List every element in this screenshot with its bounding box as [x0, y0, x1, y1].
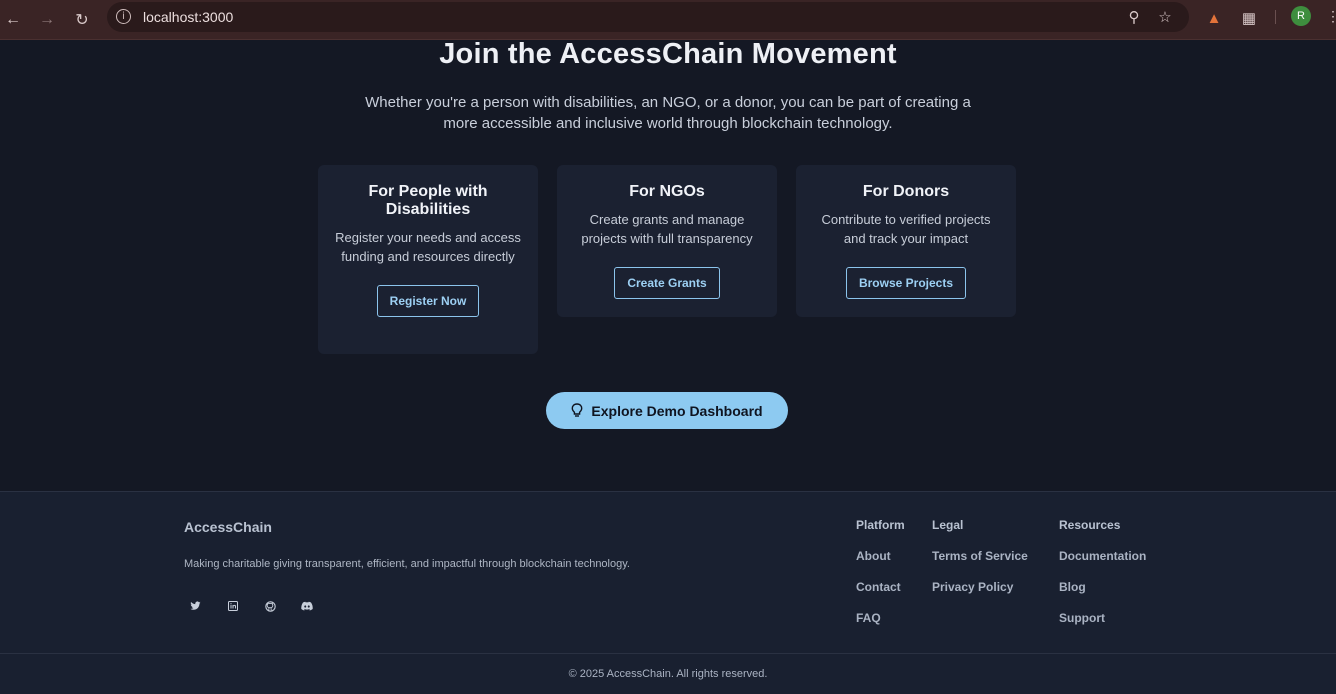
footer-brand[interactable]: AccessChain	[184, 519, 272, 535]
cta-label: Explore Demo Dashboard	[591, 402, 763, 419]
forward-icon[interactable]: →	[35, 8, 59, 32]
card-description: Register your needs and access funding a…	[335, 230, 521, 264]
explore-demo-dashboard-button[interactable]: Explore Demo Dashboard	[546, 392, 788, 429]
card-people-with-disabilities: For People with Disabilities Register yo…	[318, 165, 538, 354]
footer-divider	[0, 653, 1336, 654]
footer-link-faq[interactable]: FAQ	[856, 611, 905, 642]
card-ngos: For NGOs Create grants and manage projec…	[557, 165, 777, 317]
footer-heading: Platform	[856, 518, 905, 532]
profile-avatar[interactable]: R	[1291, 6, 1311, 26]
card-title: For People with Disabilities	[368, 183, 488, 218]
join-subtitle: Whether you're a person with disabilitie…	[365, 94, 971, 132]
footer-tagline: Making charitable giving transparent, ef…	[184, 558, 630, 570]
extensions-puzzle-icon[interactable]: ▦	[1238, 7, 1260, 29]
bookmark-star-icon[interactable]: ☆	[1155, 7, 1175, 27]
card-donors: For Donors Contribute to verified projec…	[796, 165, 1016, 317]
browser-menu-icon[interactable]: ⋮	[1326, 8, 1336, 28]
footer-column-resources: Resources Documentation Blog Support	[1059, 518, 1146, 642]
url-text[interactable]: localhost:3000	[143, 9, 233, 25]
footer-link-blog[interactable]: Blog	[1059, 580, 1146, 611]
card-title: For Donors	[862, 183, 950, 200]
copyright-text: © 2025 AccessChain. All rights reserved.	[568, 668, 768, 680]
address-bar[interactable]: i localhost:3000 ⚲ ☆	[107, 2, 1189, 32]
footer-link-terms[interactable]: Terms of Service	[932, 549, 1028, 580]
footer-link-about[interactable]: About	[856, 549, 905, 580]
browser-toolbar: ← → ↻ i localhost:3000 ⚲ ☆ ▲ ▦ R ⋮	[0, 0, 1336, 40]
join-heading: Join the AccessChain Movement	[439, 38, 897, 70]
back-icon[interactable]: ←	[1, 8, 25, 32]
metamask-fox-icon[interactable]: ▲	[1203, 7, 1225, 29]
card-description: Contribute to verified projects and trac…	[821, 212, 991, 246]
twitter-icon[interactable]	[184, 595, 206, 617]
card-title: For NGOs	[629, 183, 705, 200]
footer-column-legal: Legal Terms of Service Privacy Policy	[932, 518, 1028, 611]
toolbar-divider	[1275, 10, 1276, 24]
footer-link-support[interactable]: Support	[1059, 611, 1146, 642]
footer-link-privacy[interactable]: Privacy Policy	[932, 580, 1028, 611]
site-footer: AccessChain Making charitable giving tra…	[0, 491, 1336, 694]
footer-column-platform: Platform About Contact FAQ	[856, 518, 905, 642]
lightbulb-icon	[572, 403, 583, 417]
linkedin-icon[interactable]	[222, 595, 244, 617]
footer-link-contact[interactable]: Contact	[856, 580, 905, 611]
site-info-icon[interactable]: i	[116, 9, 131, 24]
footer-heading: Resources	[1059, 518, 1121, 532]
reload-icon[interactable]: ↻	[70, 8, 94, 32]
zoom-icon[interactable]: ⚲	[1124, 7, 1144, 27]
create-grants-button[interactable]: Create Grants	[614, 267, 720, 299]
browse-projects-button[interactable]: Browse Projects	[845, 267, 967, 299]
github-icon[interactable]	[259, 595, 281, 617]
discord-icon[interactable]	[296, 595, 318, 617]
footer-link-documentation[interactable]: Documentation	[1059, 549, 1146, 580]
card-description: Create grants and manage projects with f…	[581, 212, 753, 246]
footer-heading: Legal	[932, 518, 964, 532]
register-now-button[interactable]: Register Now	[376, 285, 480, 317]
